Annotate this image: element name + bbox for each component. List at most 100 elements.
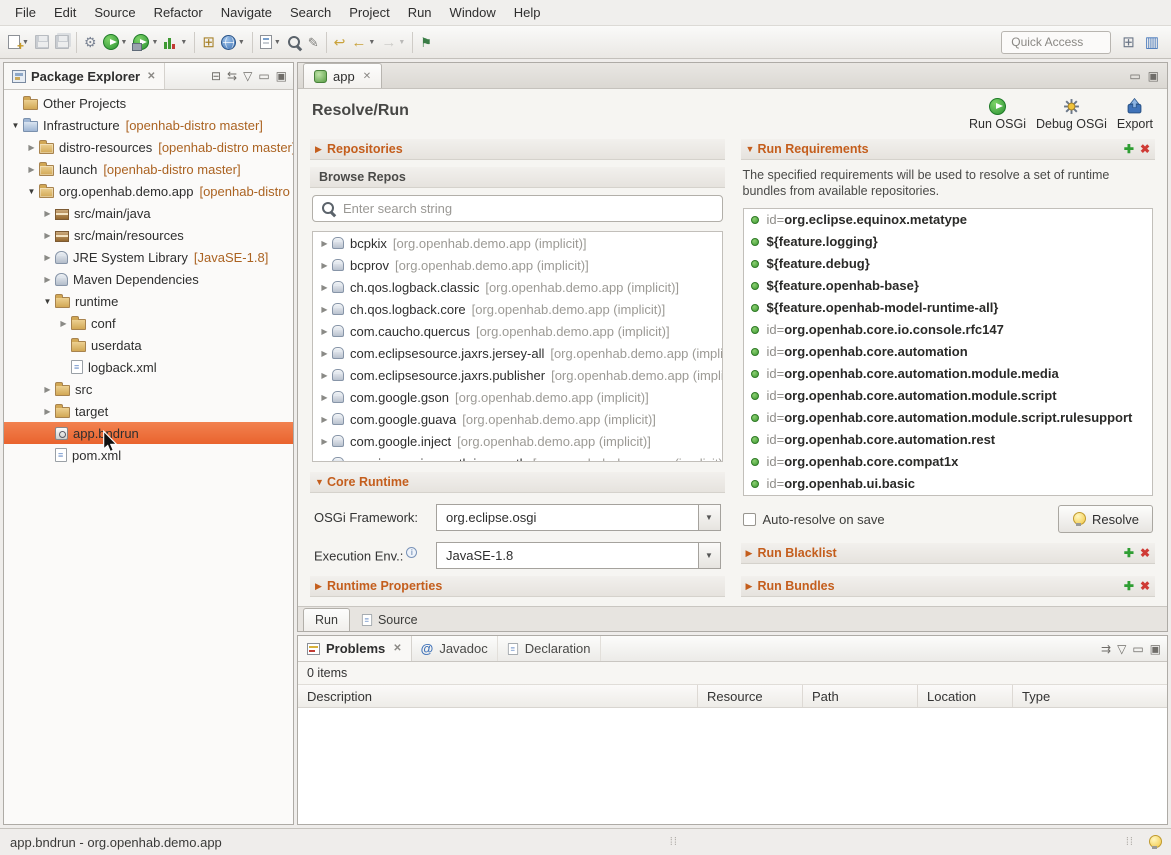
chevron-down-icon[interactable]: ▼	[698, 505, 720, 530]
menu-window[interactable]: Window	[441, 1, 505, 24]
external-tools-button[interactable]: ⚙	[81, 30, 100, 55]
close-icon[interactable]: ✕	[363, 71, 371, 82]
expand-arrow-icon[interactable]: ▶	[40, 253, 55, 262]
repo-item-com-caucho-quercus[interactable]: ▶com.caucho.quercus[org.openhab.demo.app…	[313, 320, 722, 342]
section-repositories[interactable]: ▶ Repositories	[310, 139, 725, 160]
expand-arrow-icon[interactable]: ▶	[315, 144, 327, 155]
remove-bundle-icon[interactable]: ✖	[1140, 579, 1150, 593]
save-button[interactable]	[32, 30, 52, 55]
view-menu-icon[interactable]: ▽	[243, 69, 252, 83]
expand-arrow-icon[interactable]: ▶	[746, 548, 758, 559]
column-header-type[interactable]: Type	[1013, 685, 1167, 707]
open-perspective-button[interactable]: ⊞	[1119, 30, 1138, 55]
tree-item-jre-system-library[interactable]: ▶JRE System Library[JavaSE-1.8]	[4, 246, 293, 268]
expand-arrow-icon[interactable]: ▶	[40, 209, 55, 218]
package-explorer-tab[interactable]: Package Explorer ✕	[4, 63, 165, 89]
tree-item-launch[interactable]: ▶launch[openhab-distro master]	[4, 158, 293, 180]
column-header-resource[interactable]: Resource	[698, 685, 803, 707]
tree-item-src-main-java[interactable]: ▶src/main/java	[4, 202, 293, 224]
requirement-item[interactable]: id=org.openhab.core.automation.module.sc…	[744, 407, 1153, 429]
tab-problems[interactable]: Problems✕	[298, 636, 412, 661]
collapse-arrow-icon[interactable]: ▼	[40, 297, 55, 306]
requirement-item[interactable]: id=org.openhab.core.automation.module.me…	[744, 363, 1153, 385]
requirement-item[interactable]: id=org.openhab.ui.paper	[744, 495, 1153, 497]
tree-item-src-main-resources[interactable]: ▶src/main/resources	[4, 224, 293, 246]
expand-arrow-icon[interactable]: ▶	[56, 319, 71, 328]
expand-arrow-icon[interactable]: ▶	[24, 165, 39, 174]
menu-search[interactable]: Search	[281, 1, 340, 24]
repo-item-com-eclipsesource-jaxrs-jersey-all[interactable]: ▶com.eclipsesource.jaxrs.jersey-all[org.…	[313, 342, 722, 364]
run-osgi-button[interactable]: Run OSGi	[969, 98, 1026, 131]
requirement-item[interactable]: ${feature.openhab-model-runtime-all}	[744, 297, 1153, 319]
expand-arrow-icon[interactable]: ▶	[40, 275, 55, 284]
save-all-button[interactable]	[52, 30, 72, 55]
focus-on-active-task-icon[interactable]: ⇉	[1101, 642, 1111, 656]
repo-item-ch-qos-logback-classic[interactable]: ▶ch.qos.logback.classic[org.openhab.demo…	[313, 276, 722, 298]
coverage-button[interactable]: ▼	[161, 30, 190, 55]
section-runtime-properties[interactable]: ▶ Runtime Properties	[310, 576, 725, 597]
expand-arrow-icon[interactable]: ▶	[40, 231, 55, 240]
add-blacklist-icon[interactable]: ✚	[1124, 546, 1134, 560]
tree-item-runtime[interactable]: ▼runtime	[4, 290, 293, 312]
requirement-item[interactable]: id=org.openhab.core.compat1x	[744, 451, 1153, 473]
collapse-arrow-icon[interactable]: ▼	[315, 477, 327, 487]
chevron-down-icon[interactable]: ▼	[121, 39, 128, 46]
tree-item-target[interactable]: ▶target	[4, 400, 293, 422]
expand-arrow-icon[interactable]: ▶	[317, 327, 332, 336]
new-java-project-button[interactable]: ⊞	[199, 30, 218, 55]
expand-arrow-icon[interactable]: ▶	[317, 415, 332, 424]
repo-item-com-google-guava[interactable]: ▶com.google.guava[org.openhab.demo.app (…	[313, 408, 722, 430]
run-button[interactable]: ▼	[100, 30, 131, 55]
repo-item-com-eclipsesource-jaxrs-publisher[interactable]: ▶com.eclipsesource.jaxrs.publisher[org.o…	[313, 364, 722, 386]
requirement-item[interactable]: id=org.openhab.core.automation.module.sc…	[744, 385, 1153, 407]
maximize-icon[interactable]: ▣	[1148, 69, 1159, 83]
section-run-requirements[interactable]: ▼ Run Requirements ✚ ✖	[741, 139, 1156, 160]
tree-item-app-bndrun[interactable]: app.bndrun	[4, 422, 293, 444]
menu-project[interactable]: Project	[340, 1, 398, 24]
expand-arrow-icon[interactable]: ▶	[317, 261, 332, 270]
export-button[interactable]: Export	[1117, 98, 1153, 131]
auto-resolve-checkbox[interactable]	[743, 513, 756, 526]
requirement-item[interactable]: id=org.openhab.core.automation.rest	[744, 429, 1153, 451]
tree-item-infrastructure[interactable]: ▼Infrastructure[openhab-distro master]	[4, 114, 293, 136]
collapse-arrow-icon[interactable]: ▼	[746, 144, 758, 154]
menu-run[interactable]: Run	[399, 1, 441, 24]
repo-item-bcpkix[interactable]: ▶bcpkix[org.openhab.demo.app (implicit)]	[313, 232, 722, 254]
collapse-arrow-icon[interactable]: ▼	[8, 121, 23, 130]
repo-item-com-google-inject[interactable]: ▶com.google.inject[org.openhab.demo.app …	[313, 430, 722, 452]
tree-item-maven-dependencies[interactable]: ▶Maven Dependencies	[4, 268, 293, 290]
chevron-down-icon[interactable]: ▼	[274, 39, 281, 46]
repo-item-ch-qos-logback-core[interactable]: ▶ch.qos.logback.core[org.openhab.demo.ap…	[313, 298, 722, 320]
chevron-down-icon[interactable]: ▼	[398, 39, 405, 46]
minimize-icon[interactable]: ▭	[1132, 642, 1143, 656]
toggle-annotations-button[interactable]: ✎	[305, 30, 322, 55]
column-header-location[interactable]: Location	[918, 685, 1013, 707]
tree-item-conf[interactable]: ▶conf	[4, 312, 293, 334]
expand-arrow-icon[interactable]: ▶	[317, 459, 332, 463]
tab-javadoc[interactable]: @Javadoc	[412, 636, 498, 661]
pin-editor-button[interactable]: ⚑	[417, 30, 435, 55]
add-bundle-icon[interactable]: ✚	[1124, 579, 1134, 593]
last-edit-location-button[interactable]: ↩	[331, 30, 349, 55]
forward-button[interactable]: →▼	[378, 30, 408, 55]
tree-item-logback-xml[interactable]: logback.xml	[4, 356, 293, 378]
menu-help[interactable]: Help	[505, 1, 550, 24]
requirement-item[interactable]: ${feature.openhab-base}	[744, 275, 1153, 297]
requirement-item[interactable]: id=org.openhab.core.automation	[744, 341, 1153, 363]
chevron-down-icon[interactable]: ▼	[368, 39, 375, 46]
link-with-editor-icon[interactable]: ⇆	[227, 69, 237, 83]
menu-refactor[interactable]: Refactor	[145, 1, 212, 24]
menu-edit[interactable]: Edit	[45, 1, 85, 24]
search-button[interactable]	[284, 30, 305, 55]
close-icon[interactable]: ✕	[147, 71, 155, 82]
requirement-item[interactable]: ${feature.logging}	[744, 231, 1153, 253]
expand-arrow-icon[interactable]: ▶	[317, 371, 332, 380]
tree-item-other-projects[interactable]: Other Projects	[4, 92, 293, 114]
repo-item-bcprov[interactable]: ▶bcprov[org.openhab.demo.app (implicit)]	[313, 254, 722, 276]
column-header-description[interactable]: Description	[298, 685, 698, 707]
expand-arrow-icon[interactable]: ▶	[317, 283, 332, 292]
tab-declaration[interactable]: Declaration	[498, 636, 601, 661]
tree-item-src[interactable]: ▶src	[4, 378, 293, 400]
chevron-down-icon[interactable]: ▼	[180, 39, 187, 46]
osgi-framework-combo[interactable]: org.eclipse.osgi ▼	[436, 504, 721, 531]
